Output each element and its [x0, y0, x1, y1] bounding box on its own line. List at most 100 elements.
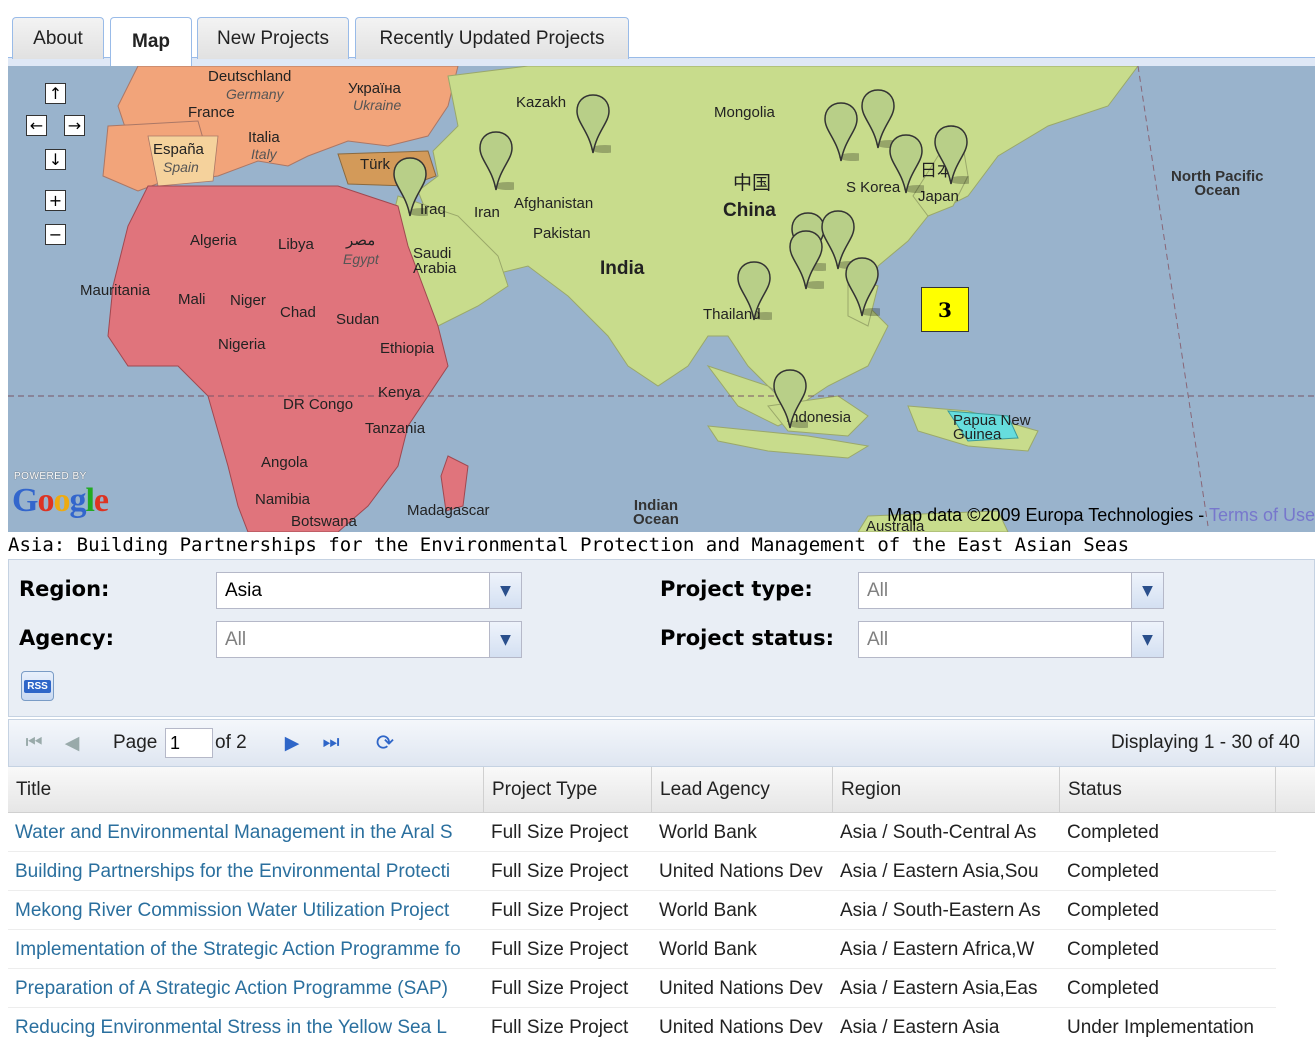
map-label-sudan: Sudan: [336, 311, 380, 328]
agency-select[interactable]: All ▼: [216, 621, 522, 658]
cell-title[interactable]: Water and Environmental Management in th…: [8, 813, 484, 852]
cell-lead-agency: United Nations Dev: [659, 1016, 823, 1038]
last-page-icon[interactable]: ⏭: [318, 730, 344, 756]
map-label-afghanistan: Afghanistan: [514, 195, 594, 212]
project-status-select[interactable]: All ▼: [858, 621, 1164, 658]
map-label-germany: Germany: [226, 86, 284, 102]
map-label-libya: Libya: [278, 236, 314, 253]
map-label-botswana: Botswana: [291, 513, 357, 530]
map-marker-icon[interactable]: [575, 93, 619, 155]
cell-title[interactable]: Building Partnerships for the Environmen…: [8, 852, 484, 891]
cell-title[interactable]: Reducing Environmental Stress in the Yel…: [8, 1008, 484, 1041]
chevron-down-icon[interactable]: ▼: [489, 573, 521, 608]
project-status-value: All: [867, 628, 889, 650]
pan-left-button[interactable]: ←: [26, 115, 47, 136]
map-marker-icon[interactable]: [392, 156, 436, 218]
first-page-icon[interactable]: ⏮: [21, 730, 47, 756]
cell-region: Asia / Eastern Asia: [840, 1016, 1000, 1038]
chevron-down-icon[interactable]: ▼: [1131, 622, 1163, 657]
map-label-saudi-arabia: Saudi Arabia: [413, 245, 457, 277]
cell-project-type: Full Size Project: [491, 1016, 629, 1038]
cell-title[interactable]: Implementation of the Strategic Action P…: [8, 930, 484, 969]
zoom-in-button[interactable]: +: [45, 190, 66, 211]
table-row[interactable]: Implementation of the Strategic Action P…: [8, 930, 1276, 969]
map-label-spain: Spain: [163, 159, 199, 175]
pan-down-button[interactable]: ↓: [45, 149, 66, 170]
terms-of-use-link[interactable]: Terms of Use: [1209, 505, 1315, 525]
chevron-down-icon[interactable]: ▼: [489, 622, 521, 657]
cell-status: Completed: [1067, 938, 1159, 960]
filter-panel: Region: Asia ▼ Project type: All ▼ Agenc…: [8, 559, 1315, 717]
map-label-dr-congo: DR Congo: [283, 396, 354, 413]
cell-project-type: Full Size Project: [491, 860, 629, 882]
map-label-nigeria: Nigeria: [218, 336, 266, 353]
grid-header: Title Project Type Lead Agency Region St…: [8, 767, 1315, 813]
previous-page-icon[interactable]: ◀: [59, 730, 85, 756]
table-row[interactable]: Reducing Environmental Stress in the Yel…: [8, 1008, 1276, 1041]
tab-about[interactable]: About: [12, 17, 104, 59]
map-label-ukraine: Ukraine: [353, 97, 402, 113]
cell-lead-agency: United Nations Dev: [659, 977, 823, 999]
cell-title[interactable]: Mekong River Commission Water Utilizatio…: [8, 891, 484, 930]
cell-lead-agency: World Bank: [659, 899, 757, 921]
cell-title[interactable]: Preparation of A Strategic Action Progra…: [8, 969, 484, 1008]
column-header-lead-agency[interactable]: Lead Agency: [652, 767, 833, 813]
map-label-namibia: Namibia: [255, 491, 311, 508]
map-marker-icon[interactable]: [772, 368, 816, 430]
map-marker-icon[interactable]: [478, 130, 522, 192]
cell-project-type: Full Size Project: [491, 938, 629, 960]
table-row[interactable]: Preparation of A Strategic Action Progra…: [8, 969, 1276, 1008]
page-number-input[interactable]: [165, 728, 213, 758]
cell-lead-agency: United Nations Dev: [659, 860, 823, 882]
column-header-title[interactable]: Title: [8, 767, 484, 813]
refresh-icon[interactable]: ⟳: [371, 730, 399, 756]
column-header-region[interactable]: Region: [833, 767, 1060, 813]
pan-right-button[interactable]: →: [64, 115, 85, 136]
map-marker-icon[interactable]: [788, 229, 832, 291]
map-label-ukraina: Україна: [348, 80, 401, 97]
pagination-toolbar: ⏮ ◀ Page of 2 ▶ ⏭ ⟳ Displaying 1 - 30 of…: [8, 719, 1315, 767]
tab-new-projects[interactable]: New Projects: [197, 17, 349, 59]
cell-status: Completed: [1067, 860, 1159, 882]
table-row[interactable]: Mekong River Commission Water Utilizatio…: [8, 891, 1276, 930]
cell-project-type: Full Size Project: [491, 977, 629, 999]
map-label-china-native: 中国: [733, 173, 772, 194]
map-marker-icon[interactable]: [823, 101, 867, 163]
rss-button[interactable]: RSS: [21, 671, 54, 701]
tab-recently-updated-projects[interactable]: Recently Updated Projects: [355, 17, 629, 59]
next-page-icon[interactable]: ▶: [281, 730, 303, 756]
map-label-north-pacific-ocean: North Pacific Ocean: [1171, 168, 1264, 199]
pan-up-button[interactable]: ↑: [45, 83, 66, 104]
tab-bar: About Map New Projects Recently Updated …: [0, 0, 1315, 66]
map-marker-icon[interactable]: [736, 260, 780, 322]
chevron-down-icon[interactable]: ▼: [1131, 573, 1163, 608]
column-header-status[interactable]: Status: [1060, 767, 1276, 813]
table-row[interactable]: Building Partnerships for the Environmen…: [8, 852, 1276, 891]
map-marker-icon[interactable]: [888, 133, 932, 195]
map-marker-icon[interactable]: [933, 124, 977, 186]
region-select[interactable]: Asia ▼: [216, 572, 522, 609]
google-logo[interactable]: Google: [12, 482, 109, 520]
zoom-out-button[interactable]: −: [45, 224, 66, 245]
region-label: Region:: [19, 577, 110, 601]
map-label-mongolia: Mongolia: [714, 104, 775, 121]
map-view[interactable]: Deutschland Germany Україна Ukraine Fran…: [8, 66, 1315, 532]
map-label-papua-new-guinea: Papua New Guinea: [953, 412, 1031, 443]
column-header-project-type[interactable]: Project Type: [484, 767, 652, 813]
map-marker-icon[interactable]: [844, 256, 888, 318]
cluster-count-badge[interactable]: 3: [921, 287, 969, 332]
tab-map[interactable]: Map: [110, 17, 192, 66]
cell-region: Asia / Eastern Africa,W: [840, 938, 1035, 960]
agency-value: All: [225, 628, 247, 650]
map-label-japan: Japan: [918, 188, 959, 205]
map-label-pakistan: Pakistan: [533, 225, 591, 242]
table-row[interactable]: Water and Environmental Management in th…: [8, 813, 1276, 852]
map-label-france: France: [188, 104, 235, 121]
projects-grid: Title Project Type Lead Agency Region St…: [8, 767, 1315, 1041]
project-type-label: Project type:: [660, 577, 813, 601]
cell-lead-agency: World Bank: [659, 821, 757, 843]
attribution-text: Map data ©2009 Europa Technologies -: [887, 505, 1209, 525]
cell-status: Completed: [1067, 977, 1159, 999]
cell-region: Asia / Eastern Asia,Eas: [840, 977, 1038, 999]
project-type-select[interactable]: All ▼: [858, 572, 1164, 609]
